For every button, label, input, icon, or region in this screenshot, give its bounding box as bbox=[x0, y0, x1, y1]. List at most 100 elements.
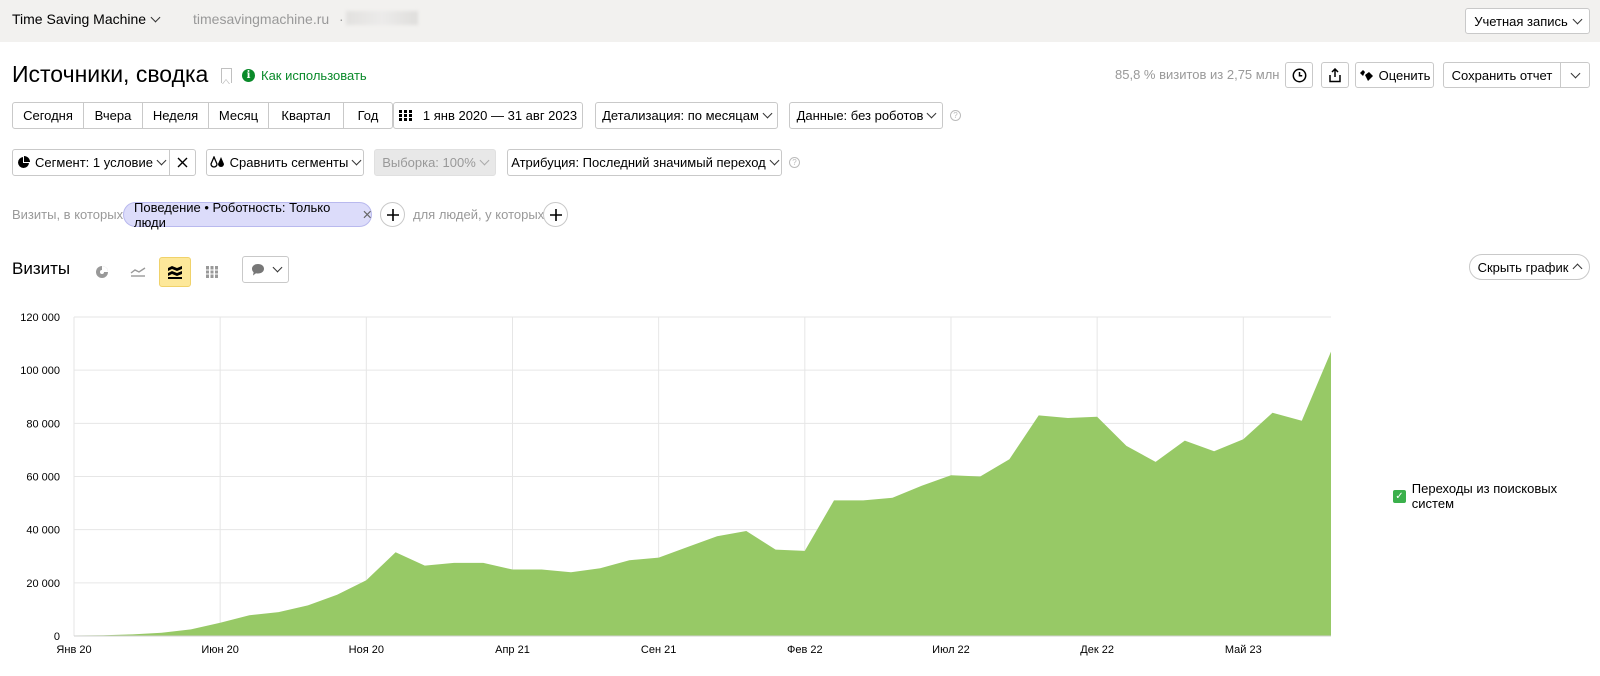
preset-year[interactable]: Год bbox=[344, 103, 392, 128]
visits-share: 85,8 % визитов из 2,75 млн bbox=[1115, 67, 1280, 82]
account-button[interactable]: Учетная запись bbox=[1465, 8, 1590, 34]
top-bar: Time Saving Machine timesavingmachine.ru… bbox=[0, 0, 1600, 42]
rate-button[interactable]: Оценить bbox=[1355, 62, 1434, 88]
chart-title: Визиты bbox=[12, 259, 71, 278]
filter-chip-robotness[interactable]: Поведение • Роботность: Только люди bbox=[123, 199, 372, 230]
preset-month[interactable]: Месяц bbox=[209, 103, 269, 128]
annotations-dropdown[interactable] bbox=[242, 256, 289, 283]
area-chart-icon bbox=[168, 266, 182, 279]
bar-chart-icon bbox=[205, 266, 219, 278]
export-button[interactable] bbox=[1321, 62, 1349, 88]
y-tick-label: 0 bbox=[54, 631, 60, 643]
add-visit-condition-button[interactable] bbox=[380, 202, 405, 227]
compare-segments-dropdown[interactable]: Сравнить сегменты bbox=[206, 149, 364, 176]
x-tick-label: Янв 20 bbox=[56, 644, 91, 656]
preset-yesterday[interactable]: Вчера bbox=[84, 103, 143, 128]
chevron-down-icon bbox=[769, 155, 780, 166]
hide-chart-label: Скрыть график bbox=[1477, 259, 1569, 275]
compare-icon bbox=[210, 156, 224, 168]
segment-label: Сегмент: 1 условие bbox=[35, 155, 153, 170]
how-to-use-link[interactable]: i Как использовать bbox=[242, 68, 367, 83]
redacted-counter-id bbox=[346, 11, 418, 25]
filter-chip-label: Поведение • Роботность: Только люди bbox=[134, 199, 331, 230]
data-filter-dropdown[interactable]: Данные: без роботов bbox=[789, 102, 943, 129]
date-range-button[interactable]: 1 янв 2020 — 31 авг 2023 bbox=[393, 102, 583, 129]
chart-view-area[interactable] bbox=[159, 257, 191, 287]
detail-label: Детализация: по месяцам bbox=[602, 108, 759, 123]
x-tick-label: Июн 20 bbox=[201, 644, 239, 656]
y-tick-label: 60 000 bbox=[26, 472, 60, 484]
preset-week[interactable]: Неделя bbox=[143, 103, 209, 128]
segment-clear-button[interactable] bbox=[169, 149, 196, 176]
help-icon[interactable]: ? bbox=[789, 157, 800, 168]
comment-icon bbox=[251, 264, 264, 276]
people-where-label: для людей, у которых bbox=[413, 207, 545, 222]
pie-chart-icon bbox=[96, 266, 108, 278]
help-icon[interactable]: ? bbox=[950, 110, 961, 121]
x-tick-label: Ноя 20 bbox=[349, 644, 384, 656]
history-button[interactable] bbox=[1285, 62, 1313, 88]
legend-label: Переходы из поисковых систем bbox=[1411, 481, 1558, 511]
visits-chart[interactable]: 0 20 000 40 000 60 000 80 000 100 000 120 000 Я… bbox=[0, 300, 1340, 660]
line-chart-icon bbox=[130, 267, 146, 277]
page-title: Источники, сводка bbox=[12, 61, 209, 87]
segment-dropdown[interactable]: Сегмент: 1 условие bbox=[12, 149, 170, 176]
sample-dropdown[interactable]: Выборка: 100% bbox=[374, 149, 496, 176]
close-icon[interactable] bbox=[363, 210, 371, 219]
y-tick-label: 40 000 bbox=[26, 525, 60, 537]
attribution-label: Атрибуция: Последний значимый переход bbox=[511, 155, 766, 170]
plus-icon bbox=[549, 208, 562, 221]
chart-legend[interactable]: ✓ Переходы из поисковых систем bbox=[1393, 481, 1600, 511]
close-icon bbox=[177, 157, 188, 168]
hide-chart-button[interactable]: Скрыть график bbox=[1469, 254, 1590, 280]
sample-label: Выборка: 100% bbox=[382, 155, 476, 170]
preset-today[interactable]: Сегодня bbox=[13, 103, 84, 128]
rate-icon bbox=[1359, 69, 1373, 81]
calendar-icon bbox=[398, 110, 412, 121]
data-filter-label: Данные: без роботов bbox=[796, 108, 924, 123]
save-options-button[interactable] bbox=[1560, 62, 1590, 88]
chevron-down-icon bbox=[479, 155, 490, 166]
attribution-dropdown[interactable]: Атрибуция: Последний значимый переход bbox=[507, 149, 782, 176]
compare-segments-label: Сравнить сегменты bbox=[229, 155, 349, 170]
preset-quarter[interactable]: Квартал bbox=[269, 103, 344, 128]
pie-icon bbox=[18, 156, 31, 168]
y-tick-label: 120 000 bbox=[20, 312, 60, 324]
x-tick-label: Апр 21 bbox=[495, 644, 530, 656]
plus-icon bbox=[386, 208, 399, 221]
share-icon bbox=[1329, 67, 1341, 82]
add-people-condition-button[interactable] bbox=[543, 202, 568, 227]
info-icon: i bbox=[242, 69, 255, 82]
site-separator: · bbox=[339, 11, 344, 27]
account-label: Учетная запись bbox=[1474, 13, 1568, 29]
site-name[interactable]: timesavingmachine.ru bbox=[193, 11, 329, 27]
clock-icon bbox=[1292, 68, 1306, 82]
date-range-label: 1 янв 2020 — 31 авг 2023 bbox=[422, 108, 578, 123]
x-tick-label: Сен 21 bbox=[641, 644, 676, 656]
x-tick-label: Дек 22 bbox=[1080, 644, 1114, 656]
x-tick-label: Фев 22 bbox=[787, 644, 823, 656]
chart-view-bar[interactable] bbox=[196, 257, 228, 287]
x-tick-label: Июл 22 bbox=[932, 644, 970, 656]
rate-label: Оценить bbox=[1378, 67, 1431, 83]
chart-view-pie[interactable] bbox=[86, 257, 118, 287]
series-area-search bbox=[74, 351, 1331, 636]
y-tick-label: 20 000 bbox=[26, 578, 60, 590]
chevron-down-icon bbox=[156, 155, 167, 166]
chevron-down-icon bbox=[762, 108, 773, 119]
chart-view-line[interactable] bbox=[122, 257, 154, 287]
chevron-down-icon bbox=[1570, 68, 1580, 78]
y-tick-label: 80 000 bbox=[26, 418, 60, 430]
app-switcher[interactable]: Time Saving Machine bbox=[12, 11, 161, 27]
chevron-down-icon bbox=[150, 12, 161, 22]
chevron-down-icon bbox=[351, 155, 362, 166]
save-report-label: Сохранить отчет bbox=[1451, 67, 1553, 83]
bookmark-icon[interactable] bbox=[221, 68, 232, 84]
save-report-button[interactable]: Сохранить отчет bbox=[1443, 62, 1561, 88]
chevron-down-icon bbox=[1572, 14, 1583, 24]
detail-dropdown[interactable]: Детализация: по месяцам bbox=[595, 102, 778, 129]
y-tick-label: 100 000 bbox=[20, 365, 60, 377]
chevron-up-icon bbox=[1572, 263, 1583, 274]
period-presets: Сегодня Вчера Неделя Месяц Квартал Год bbox=[12, 102, 393, 129]
checkbox-checked-icon[interactable]: ✓ bbox=[1393, 489, 1406, 503]
